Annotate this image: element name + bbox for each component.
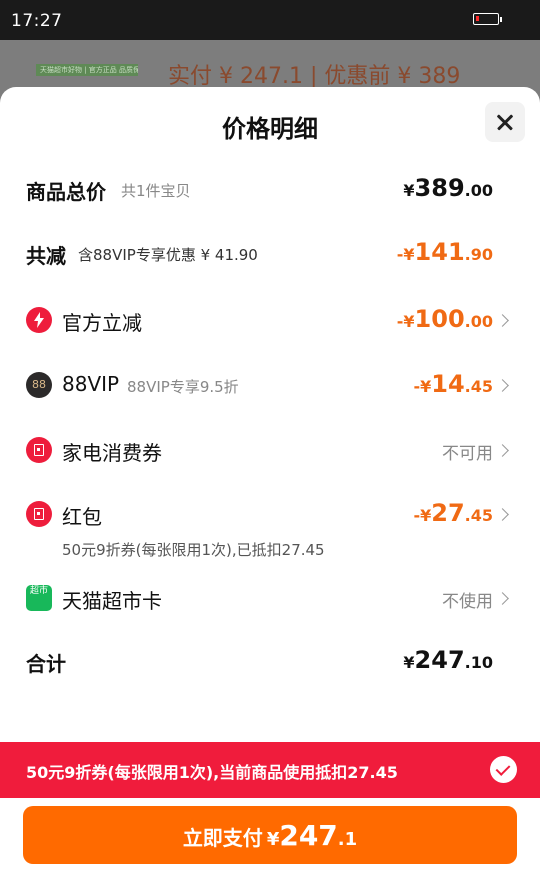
pay-now-button[interactable]: 立即支付 ¥247.1 [23,806,517,864]
battery-level [476,16,479,21]
vip-label: 88VIP [62,372,120,396]
sum-label: 合计 [26,652,66,676]
pay-currency: ¥ [266,829,280,850]
official-label: 官方立减 [62,311,142,335]
check-icon[interactable] [490,756,517,783]
vip-88-icon: 88 [26,372,52,398]
status-time: 17:27 [11,11,63,31]
vip-amount: -¥14.45 [413,370,493,398]
supermarket-card-icon: 超市 [26,585,52,611]
chevron-right-icon [496,508,509,521]
pay-int: 247 [279,819,338,852]
coupon-icon-inner [34,444,44,456]
tmall-card-label: 天猫超市卡 [62,589,162,613]
reduced-amount: -¥141.90 [396,238,493,266]
lightning-icon [26,307,52,333]
total-label: 商品总价 [26,180,106,204]
reduced-row: 共减 含88VIP专享优惠 ¥ 41.90 -¥141.90 [0,238,540,268]
vip-row[interactable]: 88 88VIP 88VIP专享9.5折 -¥14.45 [0,370,540,400]
red-packet-row[interactable]: 红包 -¥27.45 50元9折券(每张限用1次),已抵扣27.45 [0,499,540,559]
tmall-card-row[interactable]: 超市 天猫超市卡 不使用 [0,583,540,613]
appliance-coupon-row[interactable]: 家电消费券 不可用 [0,435,540,465]
close-icon[interactable] [485,102,525,142]
redpacket-label: 红包 [62,505,102,529]
vip-sub: 88VIP专享9.5折 [127,378,239,396]
price-detail-sheet: 价格明细 商品总价 共1件宝贝 ¥389.00 共减 含88VIP专享优惠 ¥ … [0,87,540,891]
redpacket-sub: 50元9折券(每张限用1次),已抵扣27.45 [62,541,325,559]
chevron-right-icon [496,592,509,605]
total-sub: 共1件宝贝 [121,182,191,200]
coupon-icon [26,437,52,463]
red-packet-icon-inner [34,508,44,520]
pay-button-content: 立即支付 ¥247.1 [23,819,517,852]
background-tag: 天猫超市好物 | 官方正品 品质保证 [36,64,138,76]
redpacket-amount: -¥27.45 [413,499,493,527]
notice-text: 50元9折券(每张限用1次),当前商品使用抵扣27.45 [26,763,398,782]
reduced-label: 共减 [26,244,66,268]
chevron-right-icon [496,379,509,392]
official-amount: -¥100.00 [396,305,493,333]
total-row: 商品总价 共1件宝贝 ¥389.00 [0,174,540,204]
pay-dec: .1 [337,829,358,850]
reduced-sub: 含88VIP专享优惠 ¥ 41.90 [78,246,258,264]
chevron-right-icon [496,444,509,457]
official-discount-row[interactable]: 官方立减 -¥100.00 [0,305,540,335]
appliance-label: 家电消费券 [62,441,162,465]
chevron-right-icon [496,314,509,327]
appliance-status: 不可用 [442,444,493,464]
total-amount: ¥389.00 [403,174,493,202]
pay-label: 立即支付 [182,826,263,850]
sum-row: 合计 ¥247.10 [0,646,540,676]
red-packet-icon [26,501,52,527]
tmall-card-status: 不使用 [442,592,493,612]
coupon-notice-bar[interactable]: 50元9折券(每张限用1次),当前商品使用抵扣27.45 [0,742,540,798]
battery-icon [473,13,502,25]
background-price: 实付 ¥ 247.1 | 优惠前 ¥ 389 [168,64,461,89]
sheet-title: 价格明细 [222,115,318,143]
sum-amount: ¥247.10 [403,646,493,674]
status-bar: 17:27 [0,0,540,40]
